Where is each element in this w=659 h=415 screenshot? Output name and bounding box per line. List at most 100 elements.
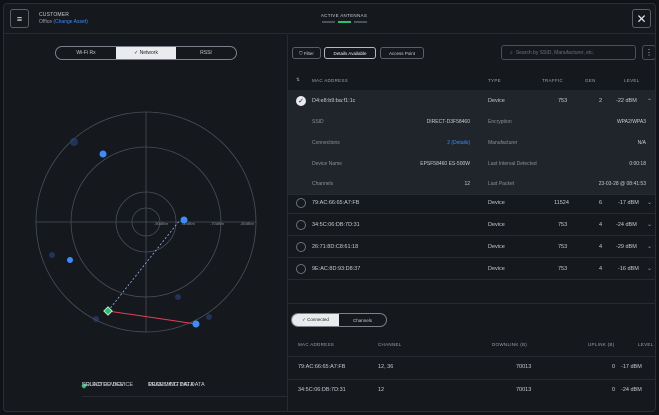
chevron-up-icon[interactable]: ⌃ <box>647 98 652 105</box>
col-level[interactable]: LEVEL <box>624 78 640 83</box>
conn-level: -17 dBM <box>621 364 642 370</box>
col-mac[interactable]: MAC ADDRESS <box>312 78 348 83</box>
chevron-down-icon[interactable]: ⌄ <box>647 243 652 250</box>
found-device-dot[interactable] <box>180 216 188 224</box>
customer-info: CUSTOMER Office (Change Asset) <box>39 12 88 26</box>
found-device-dot[interactable] <box>99 150 107 158</box>
filter-button[interactable]: ⛉ Filter <box>292 47 321 59</box>
conn-channel: 12 <box>378 387 385 393</box>
checkbox[interactable] <box>296 198 306 208</box>
tab-channels[interactable]: Channels <box>339 314 386 326</box>
row-level: -17 dBM <box>618 200 639 206</box>
encryption-value: WPA2/WPA3 <box>617 119 646 125</box>
conn-uplink: 0 <box>612 387 616 393</box>
active-antennas-label: ACTIVE ANTENNAS <box>320 13 368 18</box>
col-level: LEVEL <box>638 342 654 347</box>
close-icon[interactable]: ✕ <box>632 9 651 28</box>
active-antennas: ACTIVE ANTENNAS <box>304 13 384 23</box>
row-gen: 2 <box>599 98 603 104</box>
legend-transmitting: TRANSMITTING DATA <box>148 382 205 388</box>
connection-row[interactable]: 79:AC:66:65:A7:FB 12, 36 70013 0 -17 dBM <box>288 356 655 376</box>
found-device-dot[interactable] <box>67 257 73 263</box>
transmitting-data-line <box>107 310 197 325</box>
checkbox[interactable] <box>296 220 306 230</box>
conn-level: -24 dBM <box>621 387 642 393</box>
table-row[interactable]: 34:5C:06:DB:7D:31 Device 753 4 -24 dBM ⌄ <box>288 214 655 236</box>
row-mac: 26:71:8D:C8:61:18 <box>312 244 359 250</box>
device-name-value: EPSF58460 ES-500W <box>420 161 470 167</box>
radar-view[interactable]: -50dBm -60dBm -70dBm -80dBm <box>4 67 287 367</box>
radar-pane: Wi-Fi Rx ✓ Network RSSI -50dBm -60dBm -7… <box>4 35 452 411</box>
scale-label: -50dBm <box>154 221 169 226</box>
conn-uplink: 0 <box>612 364 616 370</box>
row-traffic: 753 <box>558 244 568 250</box>
row-mac: 34:5C:06:DB:7D:31 <box>312 222 360 228</box>
search-placeholder: Search by SSID, Manufacturer, etc. <box>515 49 595 56</box>
sort-icon[interactable]: ⇅ <box>296 77 300 83</box>
tab-rssi[interactable]: RSSI <box>176 47 236 59</box>
app-window: ≡ CUSTOMER Office (Change Asset) ACTIVE … <box>3 3 656 412</box>
scale-label: -80dBm <box>240 221 255 226</box>
checkbox[interactable] <box>296 264 306 274</box>
toolbar: ⛉ Filter Details Available Access Point … <box>288 35 655 65</box>
col-type[interactable]: TYPE <box>488 78 501 83</box>
tab-connected[interactable]: ✓ Connected <box>292 314 339 326</box>
row-gen: 4 <box>599 222 603 228</box>
manufacturer-value: N/A <box>637 140 646 146</box>
table-row[interactable]: 9E:AC:8D:93:D8:37 Device 753 4 -16 dBM ⌄ <box>288 258 655 280</box>
connections-label: Connections <box>312 140 340 146</box>
top-bar: ≡ CUSTOMER Office (Change Asset) ACTIVE … <box>4 4 655 34</box>
table-row-selected[interactable]: ✓ D4:e8:b9:ba:f1:1c Device 753 2 -22 dBM… <box>288 90 655 195</box>
found-device-dot[interactable] <box>192 320 200 328</box>
row-traffic: 753 <box>558 266 568 272</box>
chevron-down-icon[interactable]: ⌄ <box>647 265 652 272</box>
conn-mac: 34:5C:06:DB:7D:31 <box>298 387 346 393</box>
check-icon[interactable]: ✓ <box>296 96 306 106</box>
chevron-down-icon[interactable]: ⌄ <box>647 199 652 206</box>
conn-downlink: 70013 <box>516 364 532 370</box>
conn-downlink: 70013 <box>516 387 532 393</box>
table-header: ⇅ MAC ADDRESS TYPE TRAFFIC GEN LEVEL <box>288 75 655 87</box>
tab-wifi-rx[interactable]: Wi-Fi Rx <box>56 47 116 59</box>
table-row[interactable]: 79:AC:66:65:A7:FB Device 11524 6 -17 dBM… <box>288 192 655 214</box>
connection-row[interactable]: 34:5C:06:DB:7D:31 12 70013 0 -24 dBM <box>288 379 655 399</box>
col-channel: CHANNEL <box>378 342 402 347</box>
connections-panel: ✓ Connected Channels MAC ADDRESS CHANNEL… <box>288 303 655 411</box>
selected-device-marker[interactable] <box>103 306 113 316</box>
row-type: Device <box>488 222 505 228</box>
row-traffic: 753 <box>558 98 568 104</box>
row-level: -24 dBM <box>616 222 637 228</box>
more-vertical-icon[interactable]: ⋮ <box>642 45 655 60</box>
customer-name: Office <box>39 19 52 25</box>
row-mac: 79:AC:66:65:A7:FB <box>312 200 360 206</box>
table-row[interactable]: 26:71:8D:C8:61:18 Device 753 4 -29 dBM ⌄ <box>288 236 655 258</box>
row-type: Device <box>488 98 505 104</box>
row-type: Device <box>488 266 505 272</box>
ssid-label: SSID <box>312 119 324 125</box>
change-asset-link[interactable]: (Change Asset) <box>53 19 87 25</box>
scale-label: -70dBm <box>210 221 225 226</box>
last-packet-value: 23-03-28 @ 08:41:53 <box>598 181 646 187</box>
row-gen: 4 <box>599 244 603 250</box>
col-traffic[interactable]: TRAFFIC <box>542 78 563 83</box>
filter-icon: ⛉ <box>299 50 303 56</box>
search-input[interactable]: ⌕ Search by SSID, Manufacturer, etc. <box>501 45 636 60</box>
conn-mac: 79:AC:66:65:A7:FB <box>298 364 346 370</box>
row-traffic: 753 <box>558 222 568 228</box>
device-list-pane: ⛉ Filter Details Available Access Point … <box>287 35 655 411</box>
details-available-button[interactable]: Details Available <box>324 47 376 59</box>
col-mac: MAC ADDRESS <box>298 342 335 347</box>
tab-network[interactable]: ✓ Network <box>116 47 176 59</box>
antenna-indicators <box>304 21 384 23</box>
row-level: -22 dBM <box>616 98 637 104</box>
connections-link[interactable]: 2 (Details) <box>447 140 470 146</box>
access-point-button[interactable]: Access Point <box>380 47 424 59</box>
customer-label: CUSTOMER <box>39 12 70 18</box>
search-icon: ⌕ <box>510 49 513 56</box>
last-packet-label: Last Packet <box>488 181 515 187</box>
checkbox[interactable] <box>296 242 306 252</box>
chevron-down-icon[interactable]: ⌄ <box>647 221 652 228</box>
col-gen[interactable]: GEN <box>585 78 596 83</box>
connections-tabs: ✓ Connected Channels <box>291 313 387 327</box>
hamburger-icon[interactable]: ≡ <box>10 9 29 28</box>
